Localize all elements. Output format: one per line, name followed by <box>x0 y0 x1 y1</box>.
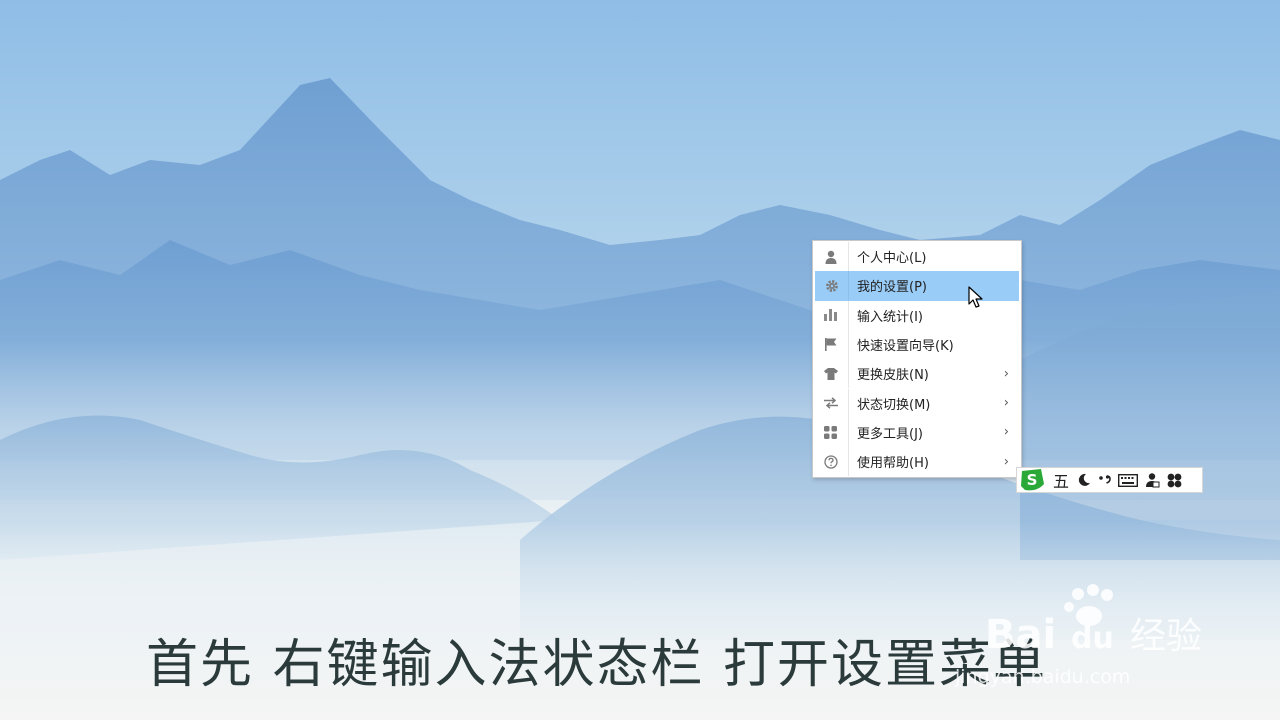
menu-item-my-settings[interactable]: 我的设置(P) <box>815 271 1019 301</box>
menu-item-help[interactable]: 使用帮助(H) › <box>813 447 1021 477</box>
swap-arrows-icon <box>813 388 849 418</box>
input-mode-label[interactable]: 五 <box>1047 468 1073 492</box>
bar-chart-icon <box>813 300 849 330</box>
keyboard-icon[interactable] <box>1115 468 1141 492</box>
menu-item-label: 使用帮助(H) <box>857 456 929 472</box>
mouse-cursor-icon <box>968 286 983 308</box>
watermark-url: jingyan.baidu.com <box>955 666 1131 688</box>
menu-item-label: 我的设置(P) <box>857 280 927 296</box>
help-icon <box>813 447 849 477</box>
ime-status-bar[interactable]: S 五 <box>1016 467 1203 493</box>
svg-text:S: S <box>1027 471 1038 489</box>
moon-icon[interactable] <box>1073 468 1095 492</box>
menu-item-quick-setup-wizard[interactable]: 快速设置向导(K) <box>813 330 1021 360</box>
ime-context-menu: 个人中心(L) 我的设置(P) 输入统计(I) 快速设置向导(K) 更换皮肤(N… <box>812 240 1022 478</box>
punctuation-icon[interactable] <box>1095 468 1115 492</box>
menu-item-label: 个人中心(L) <box>857 251 927 267</box>
watermark-paw-text: du <box>1071 621 1114 656</box>
menu-item-more-tools[interactable]: 更多工具(J) › <box>813 417 1021 447</box>
watermark-brand: Bai <box>985 612 1056 658</box>
submenu-arrow-icon: › <box>1003 424 1009 440</box>
user-icon <box>813 242 849 272</box>
menu-item-change-skin[interactable]: 更换皮肤(N) › <box>813 359 1021 389</box>
menu-item-label: 输入统计(I) <box>857 309 923 325</box>
menu-item-status-switch[interactable]: 状态切换(M) › <box>813 388 1021 418</box>
submenu-arrow-icon: › <box>1003 454 1009 470</box>
menu-item-label: 更换皮肤(N) <box>857 368 929 384</box>
skin-icon[interactable] <box>1141 468 1163 492</box>
watermark-cn: 经验 <box>1130 616 1202 657</box>
menu-item-label: 更多工具(J) <box>857 426 923 442</box>
menu-item-label: 状态切换(M) <box>857 397 931 413</box>
submenu-arrow-icon: › <box>1003 366 1009 382</box>
submenu-arrow-icon: › <box>1003 395 1009 411</box>
shirt-icon <box>813 359 849 389</box>
menu-item-label: 快速设置向导(K) <box>857 339 954 355</box>
sogou-logo-icon[interactable]: S <box>1019 468 1047 492</box>
gear-icon <box>815 271 849 301</box>
flag-icon <box>813 330 849 360</box>
toolbox-icon[interactable] <box>1163 468 1185 492</box>
grid-icon <box>813 417 849 447</box>
menu-item-input-statistics[interactable]: 输入统计(I) <box>813 300 1021 330</box>
menu-item-personal-center[interactable]: 个人中心(L) <box>813 242 1021 272</box>
